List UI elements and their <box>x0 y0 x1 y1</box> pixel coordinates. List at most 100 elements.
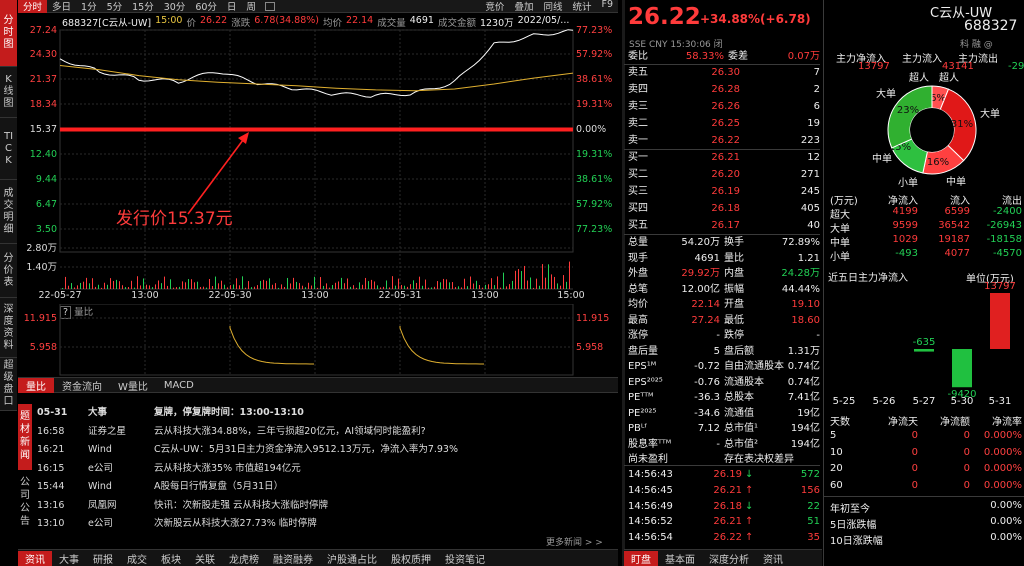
bottom-tab-3[interactable]: 成交 <box>120 551 154 566</box>
more-news-link[interactable]: 更多新闻 > > <box>546 535 603 548</box>
stat-key: PE²⁰²⁵ <box>628 407 657 419</box>
fund-pie-chart: 6%31%16%15%23%超人 超人大单大单中单小单 中单 <box>872 71 1000 189</box>
book-cell: 0.07万 <box>787 51 820 62</box>
left-tab-5[interactable]: 深度资料 <box>0 298 17 358</box>
stat-key: 外盘 <box>628 268 648 279</box>
news-item[interactable]: 16:21 Wind C云从-UW：5月31日主力资金净流入9512.13万元，净流… <box>34 441 616 460</box>
pie-category-label: 大单 <box>876 87 896 100</box>
period-toolbar: 分时 多日 1分 5分 15分 30分 60分日周 竞价 叠加 同线 统计 F9 <box>18 0 618 13</box>
stat-key: 总笔 <box>628 283 648 295</box>
sub-tab-0[interactable]: 量比 <box>18 377 54 393</box>
period-tab-2[interactable]: 1分 <box>76 0 102 13</box>
period-tab-0[interactable]: 分时 <box>18 0 48 13</box>
stat-value: 1.31万 <box>787 345 820 357</box>
news-item[interactable]: 13:10 e公司 次新股云从科技大涨27.73% 临时停牌 <box>34 515 616 534</box>
bottom-tab-2[interactable]: 研报 <box>86 551 120 566</box>
tool-tab-1[interactable]: 叠加 <box>509 0 538 13</box>
tool-tab-3[interactable]: 统计 <box>567 0 596 13</box>
window-icon[interactable] <box>264 1 275 11</box>
bottom-tab-10[interactable]: 投资笔记 <box>438 551 492 566</box>
right-tab-2[interactable]: 深度分析 <box>702 551 756 566</box>
sub-tab-2[interactable]: W量比 <box>110 378 156 393</box>
bottom-tab-8[interactable]: 沪股通占比 <box>320 551 384 566</box>
stat-value: 12.00亿 <box>681 283 720 295</box>
tool-tab-2[interactable]: 同线 <box>538 0 567 13</box>
right-tab-1[interactable]: 基本面 <box>658 551 702 566</box>
ask-vol: 223 <box>800 135 820 146</box>
price-tick-right: 0.00% <box>576 124 606 135</box>
period-tab-5[interactable]: 30分 <box>159 0 191 13</box>
stat-value: 0.74亿 <box>787 361 820 372</box>
price-tick-right: 38.61% <box>576 74 612 85</box>
news-item[interactable]: 16:15 e公司 云从科技大涨35% 市值超194亿元 <box>34 460 616 479</box>
news-item[interactable]: 13:16 凤凰网 快讯：次新股走强 云从科技大涨临时停牌 <box>34 497 616 516</box>
tick-price: 26.21 <box>713 484 742 496</box>
stat-value: 0.74亿 <box>787 376 820 388</box>
news-side-tab-0[interactable]: 题材新闻 <box>18 404 32 470</box>
period-tab-1[interactable]: 多日 <box>47 0 76 13</box>
news-item[interactable]: 16:58 证券之星 云从科技大涨34.88%，三年亏损超20亿元，AI领域何时能盈… <box>34 423 616 442</box>
bottom-tab-5[interactable]: 关联 <box>188 551 222 566</box>
bottom-tab-6[interactable]: 龙虎榜 <box>222 551 266 566</box>
tick-price: 26.19 <box>713 469 742 480</box>
price-tick-right: 19.31% <box>576 149 612 160</box>
price-tick-right: 77.23% <box>576 25 612 36</box>
tick-vol: 51 <box>807 516 820 528</box>
sub-tab-1[interactable]: 资金流向 <box>54 378 110 393</box>
five-day-bar <box>952 349 972 388</box>
sub-tick-left: 11.915 <box>24 313 57 324</box>
period-tab-7[interactable]: 日 <box>222 0 242 13</box>
bid-vol: 405 <box>800 203 820 214</box>
stat-key: 内盘 <box>724 268 744 279</box>
last-price: 26.22 <box>628 4 701 30</box>
sub-tick-right: 11.915 <box>576 313 609 324</box>
price-tick-left: 2.80万 <box>26 243 57 254</box>
stat-value: - <box>716 330 720 341</box>
down-arrow-icon: ↓ <box>745 469 754 480</box>
news-side-tab-1[interactable]: 公司公告 <box>18 470 32 532</box>
time-tick: 15:00 <box>557 290 584 301</box>
bid-label: 买五 <box>628 220 648 231</box>
volume-ratio-line <box>399 326 484 365</box>
price-tick-left: 18.34 <box>30 99 57 110</box>
left-tab-1[interactable]: K线图 <box>0 67 17 118</box>
stat-key: 涨停 <box>628 330 648 341</box>
stat-key: 流通股本 <box>724 376 764 388</box>
pie-category-label: 超人 <box>939 71 959 84</box>
left-tab-3[interactable]: 成交明细 <box>0 180 17 244</box>
bottom-tab-1[interactable]: 大事 <box>52 551 86 566</box>
price-tick-right: 57.92% <box>576 199 612 210</box>
bid-price: 26.18 <box>711 203 740 214</box>
volume-bars <box>62 261 570 289</box>
bottom-tab-9[interactable]: 股权质押 <box>384 551 438 566</box>
period-tab-6[interactable]: 60分 <box>190 0 222 13</box>
stock-number: 688327 <box>964 18 1018 34</box>
left-tab-6[interactable]: 超级盘口 <box>0 358 17 411</box>
period-tab-8[interactable]: 周 <box>241 0 261 13</box>
left-tab-4[interactable]: 分价表 <box>0 244 17 298</box>
left-tab-2[interactable]: TICK <box>0 118 17 180</box>
tick-time: 14:56:49 <box>628 500 673 512</box>
up-arrow-icon: ↑ <box>745 484 754 496</box>
price-tick-right: 77.23% <box>576 224 612 235</box>
right-tab-3[interactable]: 资讯 <box>756 551 790 566</box>
tool-tab-0[interactable]: 竞价 <box>480 0 509 13</box>
right-tab-0[interactable]: 盯盘 <box>624 550 658 566</box>
stat-value: -0.76 <box>694 376 720 388</box>
bid-label: 买一 <box>628 152 648 163</box>
tool-tab-4[interactable]: F9 <box>596 0 618 13</box>
intraday-chart[interactable]: 27.24 24.30 21.37 18.34 15.37 12.40 9.44 6.47 3.… <box>18 24 618 304</box>
left-tab-0[interactable]: 分时图 <box>0 0 17 67</box>
stat-value: 44.44% <box>781 283 820 295</box>
period-tab-3[interactable]: 5分 <box>102 0 128 13</box>
bottom-tab-4[interactable]: 板块 <box>154 551 188 566</box>
ask-label: 卖二 <box>628 118 648 129</box>
stat-value: - <box>716 438 720 450</box>
news-item[interactable]: 15:44 Wind A股每日行情复盘（5月31日） <box>34 478 616 497</box>
period-tab-4[interactable]: 15分 <box>127 0 159 13</box>
news-item[interactable]: 05-31 大事 复牌，停复牌时间：13:00-13:10 <box>34 404 616 423</box>
bottom-tab-0[interactable]: 资讯 <box>18 550 52 566</box>
stat-value: 194亿 <box>790 423 820 434</box>
sub-tab-3[interactable]: MACD <box>156 380 202 391</box>
bottom-tab-7[interactable]: 融资融券 <box>266 551 320 566</box>
